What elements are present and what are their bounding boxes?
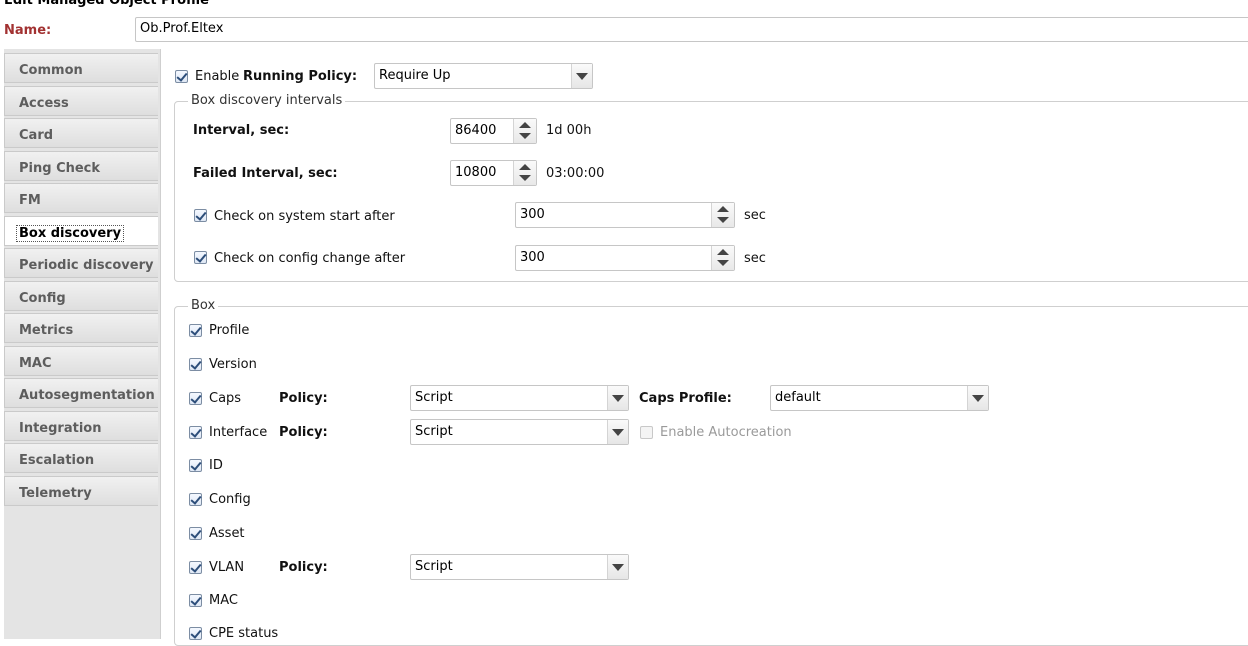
- asset-label: Asset: [209, 526, 245, 541]
- sys-start-spinner[interactable]: 300: [515, 202, 735, 228]
- running-policy-value: Require Up: [379, 68, 451, 83]
- caps-profile-select[interactable]: default: [770, 385, 989, 411]
- cpe-status-label: CPE status: [209, 626, 279, 641]
- id-label: ID: [209, 458, 223, 473]
- interface-policy-label: Policy:: [279, 425, 328, 440]
- profile-checkbox[interactable]: [189, 324, 202, 337]
- caps-policy-select[interactable]: Script: [410, 385, 629, 411]
- spinner-arrows-icon[interactable]: [711, 246, 734, 270]
- name-input-value: Ob.Prof.Eltex: [140, 21, 224, 36]
- running-policy-label: Running Policy:: [243, 69, 358, 84]
- tab-mac[interactable]: MAC: [4, 346, 158, 376]
- vlan-policy-value: Script: [415, 559, 453, 574]
- tab-access[interactable]: Access: [4, 86, 158, 116]
- spinner-arrows-icon[interactable]: [711, 203, 734, 227]
- cpe-status-checkbox[interactable]: [189, 627, 202, 640]
- caps-policy-value: Script: [415, 390, 453, 405]
- tab-autosegmentation[interactable]: Autosegmentation: [4, 378, 158, 408]
- enable-label: Enable: [195, 69, 240, 84]
- profile-label: Profile: [209, 323, 250, 338]
- spinner-arrows-icon[interactable]: [513, 119, 536, 143]
- tab-ping-check[interactable]: Ping Check: [4, 151, 158, 181]
- mac-label: MAC: [209, 593, 238, 608]
- id-checkbox[interactable]: [189, 459, 202, 472]
- config-change-label: Check on config change after: [214, 251, 406, 266]
- chevron-down-icon: [607, 555, 628, 579]
- interval-human: 1d 00h: [546, 123, 592, 138]
- spinner-arrows-icon[interactable]: [513, 161, 536, 185]
- tab-config[interactable]: Config: [4, 281, 158, 311]
- interval-label: Interval, sec:: [193, 123, 290, 138]
- tab-fm[interactable]: FM: [4, 183, 158, 213]
- window-title: Edit Managed Object Profile: [4, 0, 209, 8]
- interface-policy-select[interactable]: Script: [410, 419, 629, 445]
- vlan-policy-select[interactable]: Script: [410, 554, 629, 580]
- failed-interval-human: 03:00:00: [546, 166, 605, 181]
- sys-start-value: 300: [520, 207, 545, 222]
- interface-checkbox[interactable]: [189, 426, 202, 439]
- box-legend: Box: [188, 298, 219, 313]
- caps-checkbox[interactable]: [189, 392, 202, 405]
- tab-box-discovery[interactable]: Box discovery: [4, 216, 158, 246]
- vlan-checkbox[interactable]: [189, 561, 202, 574]
- chevron-down-icon: [571, 64, 592, 88]
- version-checkbox[interactable]: [189, 358, 202, 371]
- tab-metrics[interactable]: Metrics: [4, 313, 158, 343]
- box-fieldset: [174, 306, 1248, 646]
- sys-start-label: Check on system start after: [214, 209, 395, 224]
- name-input[interactable]: Ob.Prof.Eltex: [135, 17, 1248, 42]
- enable-autocreation-checkbox[interactable]: [640, 426, 653, 439]
- mac-checkbox[interactable]: [189, 594, 202, 607]
- caps-label: Caps: [209, 391, 242, 406]
- tab-card[interactable]: Card: [4, 118, 158, 148]
- failed-interval-label: Failed Interval, sec:: [193, 166, 338, 181]
- intervals-legend: Box discovery intervals: [188, 93, 346, 108]
- tab-box-discovery-label: Box discovery: [16, 225, 125, 242]
- enable-checkbox[interactable]: [175, 70, 188, 83]
- interface-policy-value: Script: [415, 424, 453, 439]
- chevron-down-icon: [967, 386, 988, 410]
- interval-spinner[interactable]: 86400: [450, 118, 537, 144]
- config-change-unit: sec: [744, 251, 766, 266]
- running-policy-select[interactable]: Require Up: [374, 63, 593, 89]
- vlan-label: VLAN: [209, 560, 245, 575]
- tab-telemetry[interactable]: Telemetry: [4, 476, 158, 506]
- interface-label: Interface: [209, 425, 268, 440]
- config-change-spinner[interactable]: 300: [515, 245, 735, 271]
- asset-checkbox[interactable]: [189, 527, 202, 540]
- caps-profile-label: Caps Profile:: [639, 391, 732, 406]
- caps-policy-label: Policy:: [279, 391, 328, 406]
- enable-autocreation-label: Enable Autocreation: [660, 425, 792, 440]
- config-change-value: 300: [520, 250, 545, 265]
- tab-integration[interactable]: Integration: [4, 411, 158, 441]
- failed-interval-spinner[interactable]: 10800: [450, 160, 537, 186]
- name-label: Name:: [4, 23, 52, 38]
- caps-profile-value: default: [775, 390, 821, 405]
- sys-start-unit: sec: [744, 208, 766, 223]
- version-label: Version: [209, 357, 257, 372]
- chevron-down-icon: [607, 420, 628, 444]
- tab-periodic-discovery[interactable]: Periodic discovery: [4, 248, 158, 278]
- tab-escalation[interactable]: Escalation: [4, 443, 158, 473]
- interval-value: 86400: [455, 123, 497, 138]
- vlan-policy-label: Policy:: [279, 560, 328, 575]
- failed-interval-value: 10800: [455, 165, 497, 180]
- config-checkbox[interactable]: [189, 493, 202, 506]
- chevron-down-icon: [607, 386, 628, 410]
- config-change-checkbox[interactable]: [194, 251, 207, 264]
- config-label: Config: [209, 492, 251, 507]
- sys-start-checkbox[interactable]: [194, 209, 207, 222]
- tab-common[interactable]: Common: [4, 53, 158, 83]
